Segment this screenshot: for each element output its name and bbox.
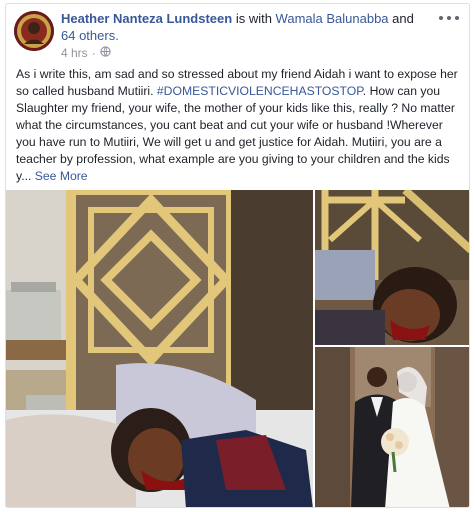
hashtag-link[interactable]: #DOMESTICVIOLENCEHASTOSTOP <box>157 84 363 98</box>
post-header: Heather Nanteza Lundsteen is with Wamala… <box>61 10 421 44</box>
tagged-person[interactable]: Wamala Balunabba <box>276 11 389 26</box>
globe-icon[interactable] <box>100 46 111 60</box>
photo-injured-face-closeup[interactable] <box>315 190 469 345</box>
and-text: and <box>388 11 414 26</box>
post-timestamp[interactable]: 4 hrs <box>61 46 88 60</box>
author-name[interactable]: Heather Nanteza Lundsteen <box>61 11 232 26</box>
post-meta: 4 hrs · <box>61 46 111 60</box>
photo-injured-woman-bed[interactable] <box>6 190 313 507</box>
author-avatar[interactable] <box>14 11 54 51</box>
with-text: is with <box>232 11 276 26</box>
meta-separator: · <box>91 46 96 60</box>
more-options-icon[interactable] <box>439 12 459 24</box>
see-more-link[interactable]: See More <box>35 169 88 183</box>
facebook-post: Heather Nanteza Lundsteen is with Wamala… <box>5 3 470 508</box>
photo-wedding-couple[interactable] <box>315 347 469 507</box>
post-body: As i write this, am sad and so stressed … <box>16 66 464 185</box>
tagged-others[interactable]: 64 others. <box>61 28 119 43</box>
